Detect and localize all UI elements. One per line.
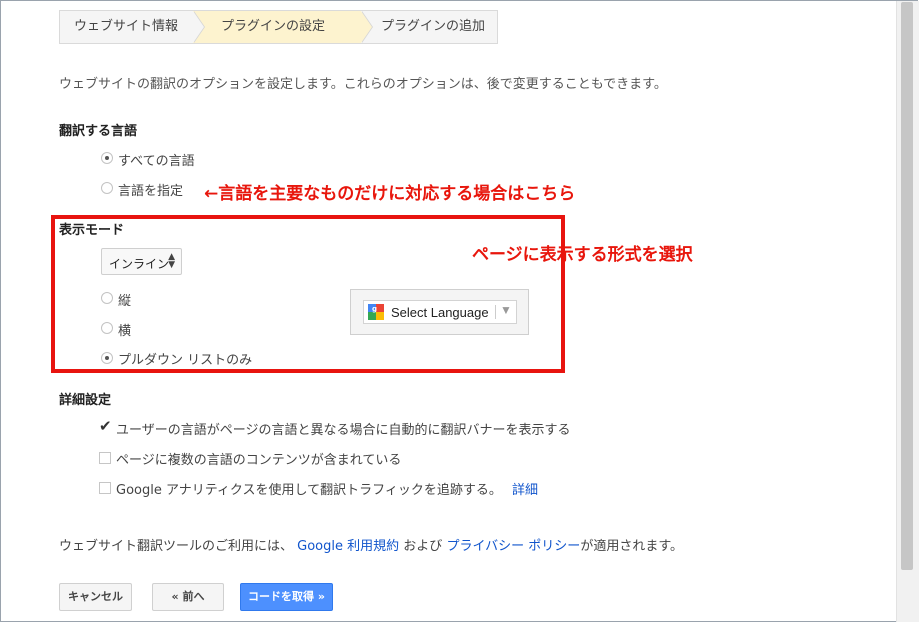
- wizard-steps: ウェブサイト情報 プラグインの設定 プラグインの追加: [59, 10, 498, 44]
- checkbox-analytics-label: Google アナリティクスを使用して翻訳トラフィックを追跡する。 詳細: [116, 479, 538, 498]
- language-widget-preview: g Select Language ▼: [350, 289, 529, 335]
- radio-specific-languages[interactable]: [101, 182, 113, 194]
- step-add-plugin[interactable]: プラグインの追加: [361, 11, 497, 43]
- radio-specific-languages-label: 言語を指定: [118, 184, 184, 199]
- step-label: ウェブサイト情報: [74, 19, 179, 34]
- terms-middle: および: [403, 539, 443, 554]
- details-link[interactable]: 詳細: [512, 483, 538, 498]
- display-mode-select-value: インライン: [109, 257, 170, 271]
- step-label: プラグインの追加: [381, 19, 486, 34]
- step-website-info[interactable]: ウェブサイト情報: [60, 11, 205, 43]
- terms-of-service-link[interactable]: Google 利用規約: [297, 539, 399, 554]
- radio-vertical-label: 縦: [118, 294, 132, 309]
- analytics-text: Google アナリティクスを使用して翻訳トラフィックを追跡する。: [116, 483, 502, 498]
- select-arrows-icon: ▲ ▼: [168, 252, 175, 270]
- checkbox-multilingual[interactable]: [99, 452, 111, 464]
- terms-text: ウェブサイト翻訳ツールのご利用には、 Google 利用規約 および プライバシ…: [59, 535, 683, 554]
- languages-heading: 翻訳する言語: [59, 124, 138, 139]
- display-mode-select[interactable]: インライン ▲ ▼: [101, 248, 182, 275]
- languages-annotation: ←言語を主要なものだけに対応する場合はこちら: [204, 184, 576, 204]
- checkbox-analytics[interactable]: [99, 482, 111, 494]
- radio-dropdown-only[interactable]: [101, 352, 113, 364]
- radio-dropdown-only-label: プルダウン リストのみ: [118, 353, 253, 368]
- get-code-button[interactable]: コードを取得 »: [240, 583, 333, 611]
- google-translate-icon: g: [368, 304, 384, 320]
- select-language-label: Select Language: [391, 305, 489, 320]
- radio-all-languages[interactable]: [101, 152, 113, 164]
- select-language-widget[interactable]: g Select Language ▼: [363, 300, 517, 324]
- terms-prefix: ウェブサイト翻訳ツールのご利用には、: [59, 539, 294, 554]
- step-label: プラグインの設定: [221, 19, 326, 34]
- dropdown-caret-icon: ▼: [500, 303, 512, 317]
- checkbox-auto-banner-checked[interactable]: ✔: [99, 419, 112, 434]
- radio-horizontal[interactable]: [101, 322, 113, 334]
- display-mode-heading: 表示モード: [59, 223, 125, 238]
- scrollbar-thumb[interactable]: [901, 2, 913, 570]
- display-mode-annotation: ページに表示する形式を選択: [472, 245, 693, 265]
- widget-divider: [495, 305, 496, 319]
- privacy-policy-link[interactable]: プライバシー ポリシー: [446, 539, 580, 554]
- checkbox-multilingual-label: ページに複数の言語のコンテンツが含まれている: [116, 453, 402, 468]
- svg-text:g: g: [372, 305, 377, 313]
- radio-horizontal-label: 横: [118, 324, 132, 339]
- advanced-heading: 詳細設定: [59, 393, 112, 408]
- intro-text: ウェブサイトの翻訳のオプションを設定します。これらのオプションは、後で変更するこ…: [59, 77, 667, 92]
- radio-vertical[interactable]: [101, 292, 113, 304]
- terms-suffix: が適用されます。: [580, 539, 684, 554]
- step-plugin-settings[interactable]: プラグインの設定: [193, 11, 373, 43]
- checkbox-auto-banner-label: ユーザーの言語がページの言語と異なる場合に自動的に翻訳バナーを表示する: [116, 423, 571, 438]
- radio-all-languages-label: すべての言語: [118, 154, 195, 169]
- cancel-button[interactable]: キャンセル: [59, 583, 132, 611]
- back-button[interactable]: « 前へ: [152, 583, 224, 611]
